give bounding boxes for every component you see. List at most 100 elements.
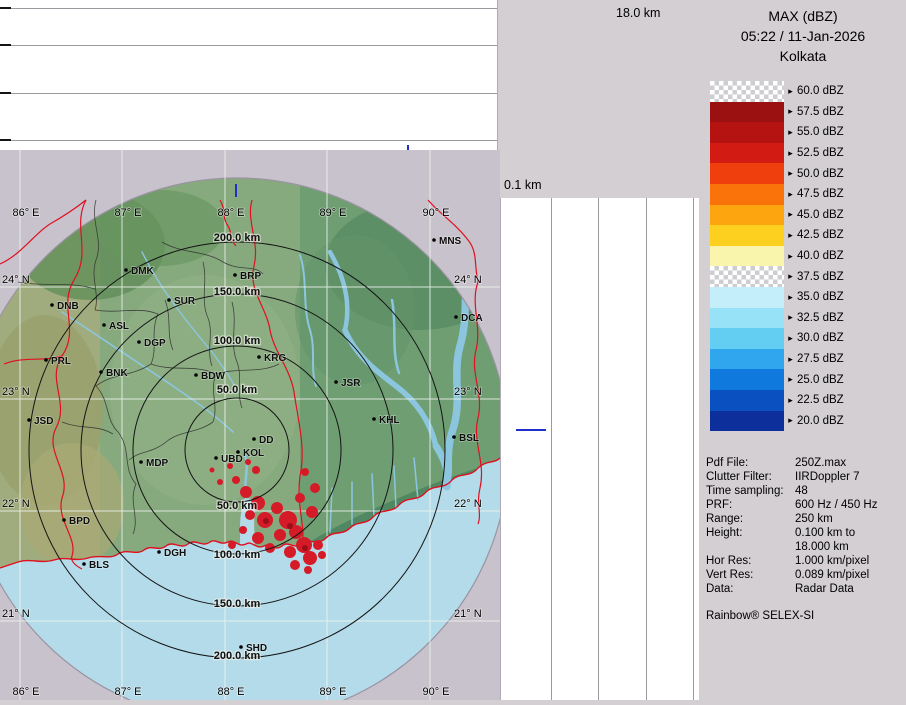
legend-color-swatch xyxy=(710,390,784,411)
legend-entry: ▸37.5 dBZ xyxy=(710,266,902,287)
legend-tick-icon: ▸ xyxy=(784,169,797,178)
longitude-label-bottom: 87° E xyxy=(114,686,141,698)
longitude-label-top: 87° E xyxy=(114,207,141,219)
station-dot xyxy=(82,562,86,566)
info-label: Data: xyxy=(706,582,795,596)
longitude-label-top: 86° E xyxy=(12,207,39,219)
legend-tick-icon: ▸ xyxy=(784,416,797,425)
legend-color-swatch xyxy=(710,225,784,246)
range-ring-label: 50.0 km xyxy=(217,500,258,512)
station-label: PRL xyxy=(51,356,71,367)
station-label: JSD xyxy=(34,416,53,427)
legend-value-label: 30.0 dBZ xyxy=(797,332,844,344)
station-dot xyxy=(194,373,198,377)
legend-entry: ▸52.5 dBZ xyxy=(710,143,902,164)
legend-color-swatch xyxy=(710,411,784,432)
height-gridline xyxy=(646,198,647,700)
station-dot xyxy=(454,315,458,319)
station-dot xyxy=(334,380,338,384)
info-label: Clutter Filter: xyxy=(706,470,795,484)
legend-color-swatch xyxy=(710,163,784,184)
station-dot xyxy=(124,268,128,272)
legend-entry: ▸25.0 dBZ xyxy=(710,369,902,390)
station-label: KHL xyxy=(379,415,400,426)
station-label: ASL xyxy=(109,321,129,332)
station-label: UBD xyxy=(221,454,243,465)
legend-value-label: 37.5 dBZ xyxy=(797,271,844,283)
station-label: KRG xyxy=(264,353,286,364)
legend-value-label: 50.0 dBZ xyxy=(797,168,844,180)
site-name: Kolkata xyxy=(700,46,906,66)
height-tick xyxy=(0,44,11,46)
longitude-label-top: 89° E xyxy=(319,207,346,219)
product-info-rows: Pdf File:250Z.maxClutter Filter:IIRDoppl… xyxy=(706,456,904,596)
radar-map[interactable]: 200.0 km150.0 km100.0 km50.0 km50.0 km10… xyxy=(0,150,500,700)
legend-value-label: 27.5 dBZ xyxy=(797,353,844,365)
legend-value-label: 35.0 dBZ xyxy=(797,291,844,303)
legend-value-label: 45.0 dBZ xyxy=(797,209,844,221)
station-label: MDP xyxy=(146,458,169,469)
top-projection-panel xyxy=(0,0,498,151)
range-ring-label: 50.0 km xyxy=(217,384,258,396)
station-label: BLS xyxy=(89,560,109,571)
legend-color-swatch xyxy=(710,122,784,143)
info-value: 250 km xyxy=(795,512,904,526)
legend-entry: ▸57.5 dBZ xyxy=(710,102,902,123)
radar-map-area[interactable]: 200.0 km150.0 km100.0 km50.0 km50.0 km10… xyxy=(0,150,500,700)
legend-entry: ▸55.0 dBZ xyxy=(710,122,902,143)
range-ring-label: 100.0 km xyxy=(214,335,261,347)
legend-entry: ▸45.0 dBZ xyxy=(710,205,902,226)
station-dot xyxy=(62,518,66,522)
longitude-label-bottom: 86° E xyxy=(12,686,39,698)
color-scale: ▸60.0 dBZ▸57.5 dBZ▸55.0 dBZ▸52.5 dBZ▸50.… xyxy=(710,81,902,431)
station-dot xyxy=(214,456,218,460)
station-label: BRP xyxy=(240,271,261,282)
min-height-label: 0.1 km xyxy=(504,178,542,192)
station-label: DMK xyxy=(131,266,155,277)
height-gridline xyxy=(598,198,599,700)
legend-tick-icon: ▸ xyxy=(784,334,797,343)
legend-tick-icon: ▸ xyxy=(784,128,797,137)
legend-entry: ▸30.0 dBZ xyxy=(710,328,902,349)
legend-entry: ▸60.0 dBZ xyxy=(710,81,902,102)
height-gridline xyxy=(0,93,497,94)
legend-panel: MAX (dBZ) 05:22 / 11-Jan-2026 Kolkata ▸6… xyxy=(700,0,906,700)
legend-entry: ▸22.5 dBZ xyxy=(710,390,902,411)
legend-entry: ▸50.0 dBZ xyxy=(710,163,902,184)
info-label: Height: xyxy=(706,526,795,540)
info-label xyxy=(706,540,795,554)
legend-tick-icon: ▸ xyxy=(784,313,797,322)
latitude-label-left: 22° N xyxy=(2,498,30,510)
info-label: Time sampling: xyxy=(706,484,795,498)
height-tick xyxy=(0,139,11,141)
legend-tick-icon: ▸ xyxy=(784,272,797,281)
range-ring-label: 200.0 km xyxy=(214,232,261,244)
height-gridline xyxy=(693,198,694,700)
product-timestamp: 05:22 / 11-Jan-2026 xyxy=(700,26,906,46)
station-label: SUR xyxy=(174,296,196,307)
latitude-label-right: 23° N xyxy=(454,386,482,398)
longitude-label-bottom: 89° E xyxy=(319,686,346,698)
station-label: BPD xyxy=(69,516,90,527)
longitude-label-bottom: 88° E xyxy=(217,686,244,698)
legend-value-label: 57.5 dBZ xyxy=(797,106,844,118)
info-label: Pdf File: xyxy=(706,456,795,470)
station-label: DD xyxy=(259,435,273,446)
legend-entry: ▸40.0 dBZ xyxy=(710,246,902,267)
station-label: MNS xyxy=(439,236,462,247)
legend-color-swatch xyxy=(710,81,784,102)
station-dot xyxy=(102,323,106,327)
legend-tick-icon: ▸ xyxy=(784,252,797,261)
info-value: IIRDoppler 7 xyxy=(795,470,904,484)
legend-value-label: 25.0 dBZ xyxy=(797,374,844,386)
legend-tick-icon: ▸ xyxy=(784,231,797,240)
legend-value-label: 55.0 dBZ xyxy=(797,126,844,138)
legend-value-label: 40.0 dBZ xyxy=(797,250,844,262)
legend-entry: ▸32.5 dBZ xyxy=(710,308,902,329)
latitude-label-right: 22° N xyxy=(454,498,482,510)
station-label: DGH xyxy=(164,548,186,559)
latitude-label-right: 24° N xyxy=(454,274,482,286)
longitude-label-bottom: 90° E xyxy=(422,686,449,698)
latitude-label-left: 23° N xyxy=(2,386,30,398)
station-label: BDW xyxy=(201,371,225,382)
